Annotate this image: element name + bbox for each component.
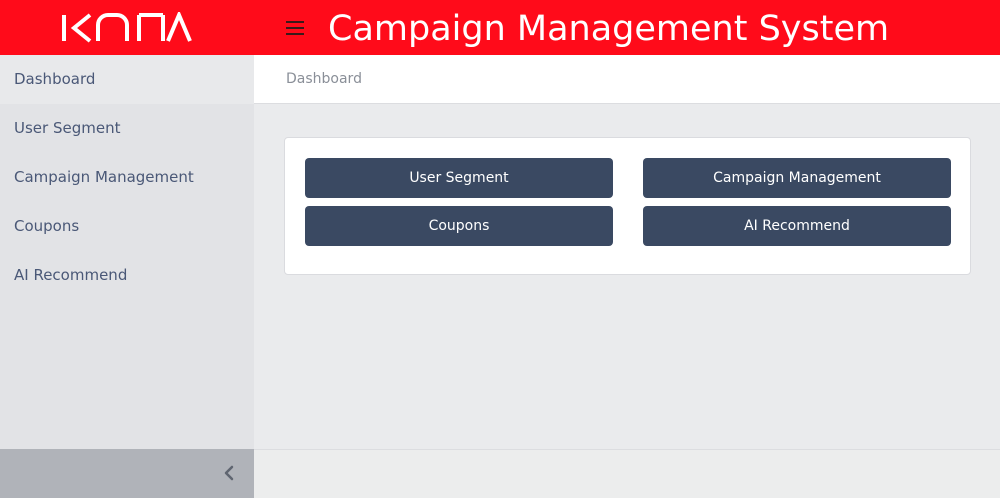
- quick-links-card: User Segment Campaign Management Coupons…: [284, 137, 971, 275]
- coupons-button[interactable]: Coupons: [305, 206, 613, 246]
- campaign-management-button[interactable]: Campaign Management: [643, 158, 951, 198]
- kona-logo: [62, 12, 192, 43]
- app-header: Campaign Management System: [0, 0, 1000, 55]
- breadcrumb[interactable]: Dashboard: [286, 55, 362, 104]
- breadcrumb-bar: Dashboard: [254, 55, 1000, 104]
- user-segment-button[interactable]: User Segment: [305, 158, 613, 198]
- app-title: Campaign Management System: [328, 9, 890, 49]
- sidebar-footer: [0, 449, 254, 498]
- chevron-left-icon[interactable]: [218, 462, 240, 484]
- ai-recommend-button[interactable]: AI Recommend: [643, 206, 951, 246]
- page-footer: [254, 449, 1000, 498]
- hamburger-menu-icon[interactable]: [284, 18, 306, 38]
- sidebar: Dashboard User Segment Campaign Manageme…: [0, 55, 254, 449]
- sidebar-item-ai-recommend[interactable]: AI Recommend: [0, 251, 254, 300]
- sidebar-item-dashboard[interactable]: Dashboard: [0, 55, 254, 104]
- sidebar-item-coupons[interactable]: Coupons: [0, 202, 254, 251]
- sidebar-item-campaign-management[interactable]: Campaign Management: [0, 153, 254, 202]
- sidebar-item-user-segment[interactable]: User Segment: [0, 104, 254, 153]
